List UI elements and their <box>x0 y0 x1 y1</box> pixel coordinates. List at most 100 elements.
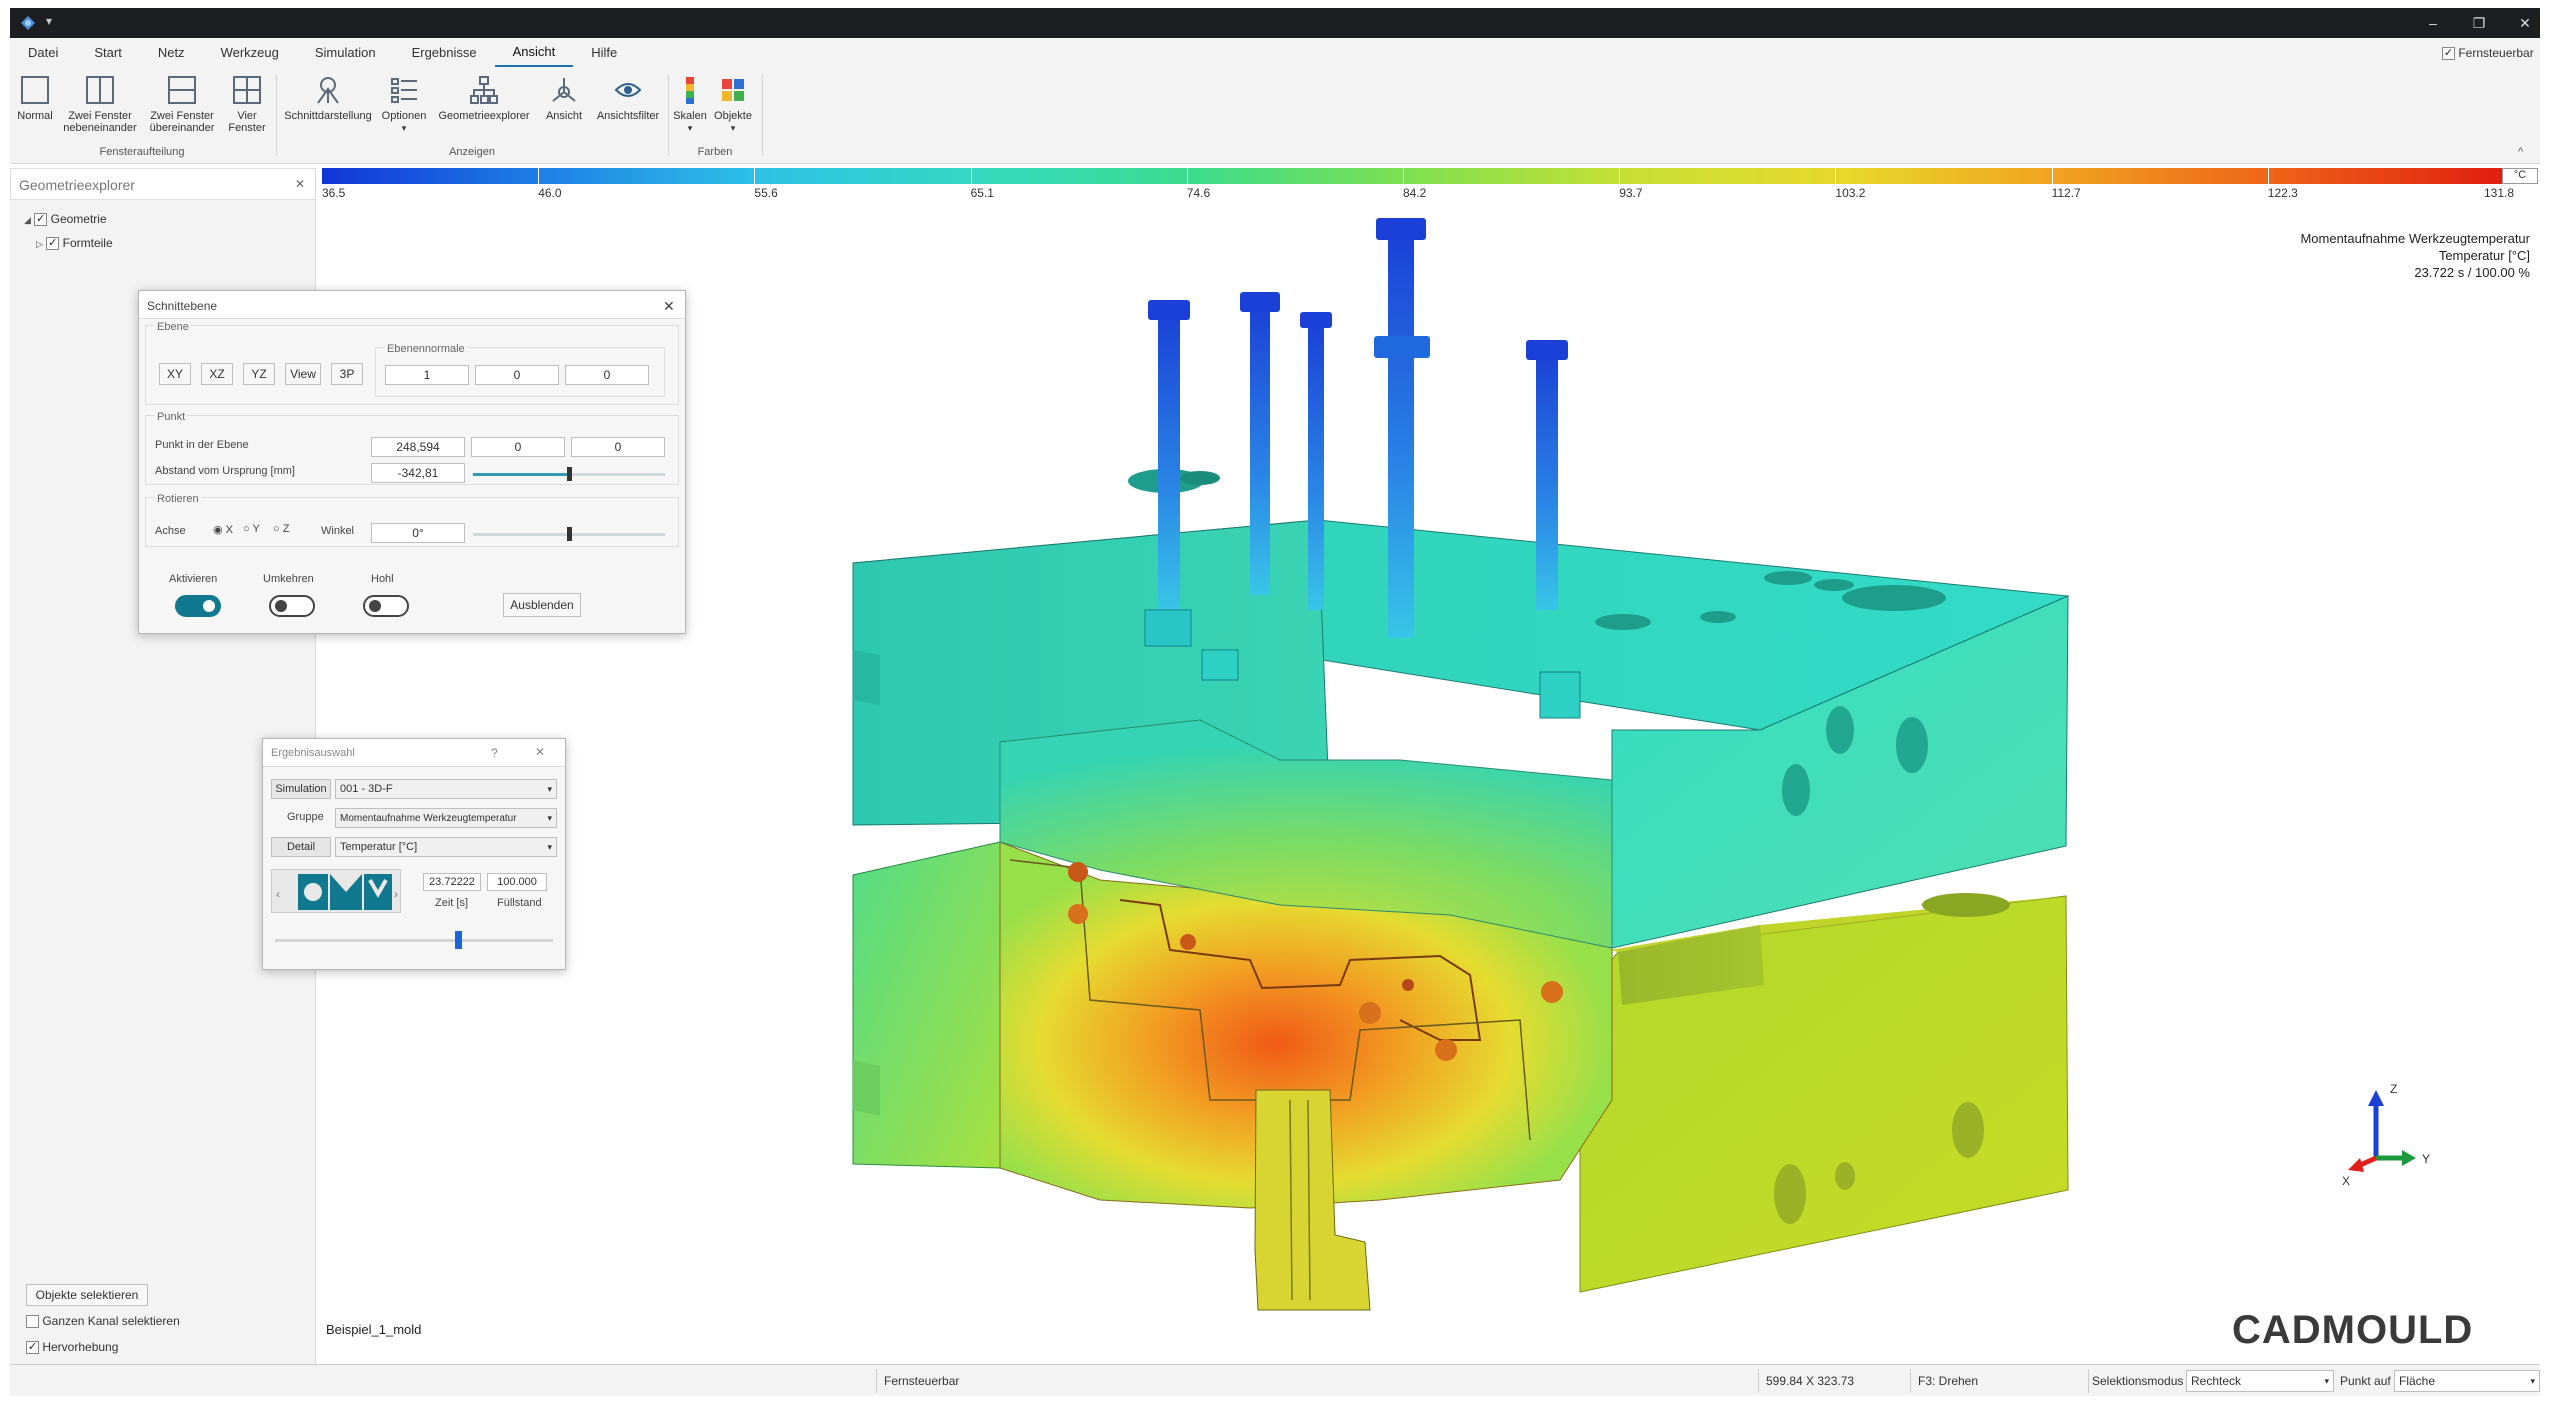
time-label: Zeit [s] <box>435 897 469 909</box>
detail-select[interactable]: Temperatur [°C] ▾ <box>335 837 557 857</box>
list-options-icon <box>388 74 420 106</box>
axis-z-label: Z <box>2390 1082 2398 1096</box>
tree-item-geometrie[interactable]: ◢ ✓ Geometrie <box>24 212 107 227</box>
view-filter-button[interactable]: Ansichtsfilter <box>590 74 666 142</box>
section-dialog-title: Schnittebene <box>147 299 218 313</box>
normal-y-input[interactable]: 0 <box>475 365 559 385</box>
result-dialog-close-icon[interactable]: ✕ <box>535 745 545 759</box>
select-whole-channel-checkbox[interactable]: Ganzen Kanal selektieren <box>26 1314 180 1329</box>
group-label: Gruppe <box>287 811 324 823</box>
tree-check-icon[interactable]: ✓ <box>34 213 48 227</box>
explorer-close-icon[interactable]: ✕ <box>295 177 305 191</box>
close-button[interactable]: ✕ <box>2502 8 2548 38</box>
tree-expand-icon[interactable]: ◢ <box>24 215 31 225</box>
svg-text:‹: ‹ <box>276 887 280 901</box>
menu-start[interactable]: Start <box>76 38 139 68</box>
plane-yz-button[interactable]: YZ <box>243 363 275 385</box>
point-y-input[interactable]: 0 <box>471 437 565 457</box>
menu-werkzeug[interactable]: Werkzeug <box>203 38 297 68</box>
menu-ergebnisse[interactable]: Ergebnisse <box>394 38 495 68</box>
point-on-select[interactable]: Fläche ▾ <box>2394 1370 2540 1392</box>
status-viewport-size: 599.84 X 323.73 <box>1766 1374 1855 1388</box>
objects-dropdown-icon: ▾ <box>730 123 736 133</box>
distance-input[interactable]: -342,81 <box>371 463 465 483</box>
menu-bar: Datei Start Netz Werkzeug Simulation Ergebnis… <box>10 38 2540 68</box>
explorer-header: Geometrieexplorer ✕ <box>10 168 316 200</box>
result-dialog-help-icon[interactable]: ? <box>491 746 498 760</box>
two-windows-stacked-button[interactable]: Zwei Fenster übereinander <box>144 74 220 142</box>
select-objects-button[interactable]: Objekte selektieren <box>26 1284 148 1306</box>
simulation-select[interactable]: 001 - 3D-F ▾ <box>335 779 557 799</box>
scales-button[interactable]: Skalen ▾ <box>670 74 710 142</box>
time-slider-track[interactable] <box>275 939 553 942</box>
quick-access-chevron-icon[interactable]: ▾ <box>46 14 52 28</box>
menu-hilfe[interactable]: Hilfe <box>573 38 635 68</box>
remote-checkbox[interactable]: ✓ Fernsteuerbar <box>2442 46 2534 61</box>
section-view-button[interactable]: Schnittdarstellung <box>278 74 378 142</box>
result-thumbnail[interactable]: ‹ › <box>271 869 401 913</box>
split-vertical-icon <box>84 74 116 106</box>
plane-3p-button[interactable]: 3P <box>331 363 363 385</box>
hollow-toggle[interactable] <box>363 595 409 617</box>
selection-mode-select[interactable]: Rechteck ▾ <box>2186 1370 2334 1392</box>
plane-view-button[interactable]: View <box>285 363 321 385</box>
fill-input[interactable]: 100.000 <box>487 873 547 891</box>
axis-radio-y[interactable]: ○ Y <box>243 523 260 535</box>
point-z-input[interactable]: 0 <box>571 437 665 457</box>
ribbon-separator <box>668 74 669 156</box>
point-in-plane-label: Punkt in der Ebene <box>155 439 249 451</box>
plane-label: Ebene <box>155 321 191 333</box>
activate-toggle[interactable] <box>175 595 221 617</box>
normal-z-input[interactable]: 0 <box>565 365 649 385</box>
plane-xy-button[interactable]: XY <box>159 363 191 385</box>
toggle-knob <box>203 600 215 612</box>
axis-radio-z[interactable]: ○ Z <box>273 523 289 535</box>
menu-simulation[interactable]: Simulation <box>297 38 394 68</box>
model-name: Beispiel_1_mold <box>326 1322 422 1337</box>
view-axes-icon <box>548 74 580 106</box>
group-display: Anzeigen <box>449 146 495 158</box>
axis-radio-x[interactable]: ◉ X <box>213 523 233 536</box>
options-button[interactable]: Optionen ▾ <box>376 74 432 142</box>
axis-triad[interactable] <box>2330 1078 2430 1178</box>
highlight-checkbox[interactable]: ✓ Hervorhebung <box>26 1340 118 1355</box>
group-select[interactable]: Momentaufnahme Werkzeugtemperatur ▾ <box>335 808 557 828</box>
ribbon-separator <box>276 74 277 156</box>
tree-check-icon[interactable]: ✓ <box>46 237 60 251</box>
angle-input[interactable]: 0° <box>371 523 465 543</box>
distance-slider-knob[interactable] <box>567 467 572 481</box>
split-horizontal-icon <box>166 74 198 106</box>
restore-button[interactable]: ❐ <box>2456 8 2502 38</box>
objects-color-button[interactable]: Objekte ▾ <box>710 74 756 142</box>
normal-x-input[interactable]: 1 <box>385 365 469 385</box>
menu-ansicht[interactable]: Ansicht <box>494 39 574 67</box>
section-dialog-close-icon[interactable]: ✕ <box>663 298 675 315</box>
plane-xz-button[interactable]: XZ <box>201 363 233 385</box>
point-on-label: Punkt auf <box>2340 1374 2391 1388</box>
menu-datei[interactable]: Datei <box>10 38 76 68</box>
four-windows-button[interactable]: Vier Fenster <box>224 74 270 142</box>
minimize-button[interactable]: – <box>2410 8 2456 38</box>
reverse-toggle[interactable] <box>269 595 315 617</box>
point-x-input[interactable]: 248,594 <box>371 437 465 457</box>
tree-collapse-icon[interactable]: ▷ <box>36 239 43 249</box>
normal-view-button[interactable]: Normal <box>12 74 58 142</box>
options-dropdown-icon: ▾ <box>401 123 407 133</box>
menu-netz[interactable]: Netz <box>140 38 203 68</box>
selection-mode-label: Selektionsmodus <box>2092 1374 2184 1388</box>
angle-slider-knob[interactable] <box>567 527 572 541</box>
geometry-explorer-button[interactable]: Geometrieexplorer <box>434 74 534 142</box>
time-input[interactable]: 23.72222 <box>423 873 481 891</box>
distance-slider-fill <box>473 473 569 476</box>
ribbon-collapse-icon[interactable]: ^ <box>2518 146 2523 158</box>
time-slider-knob[interactable] <box>455 931 463 949</box>
two-windows-side-button[interactable]: Zwei Fenster nebeneinander <box>62 74 138 142</box>
reverse-label: Umkehren <box>263 573 314 585</box>
point-label: Punkt <box>155 411 188 423</box>
hide-button[interactable]: Ausblenden <box>503 593 581 617</box>
view-button[interactable]: Ansicht <box>534 74 594 142</box>
result-thumbnail-icon: ‹ › <box>276 874 398 910</box>
tree-item-formteile[interactable]: ▷ ✓ Formteile <box>36 236 113 251</box>
toggle-knob <box>275 600 287 612</box>
section-icon <box>312 74 344 106</box>
